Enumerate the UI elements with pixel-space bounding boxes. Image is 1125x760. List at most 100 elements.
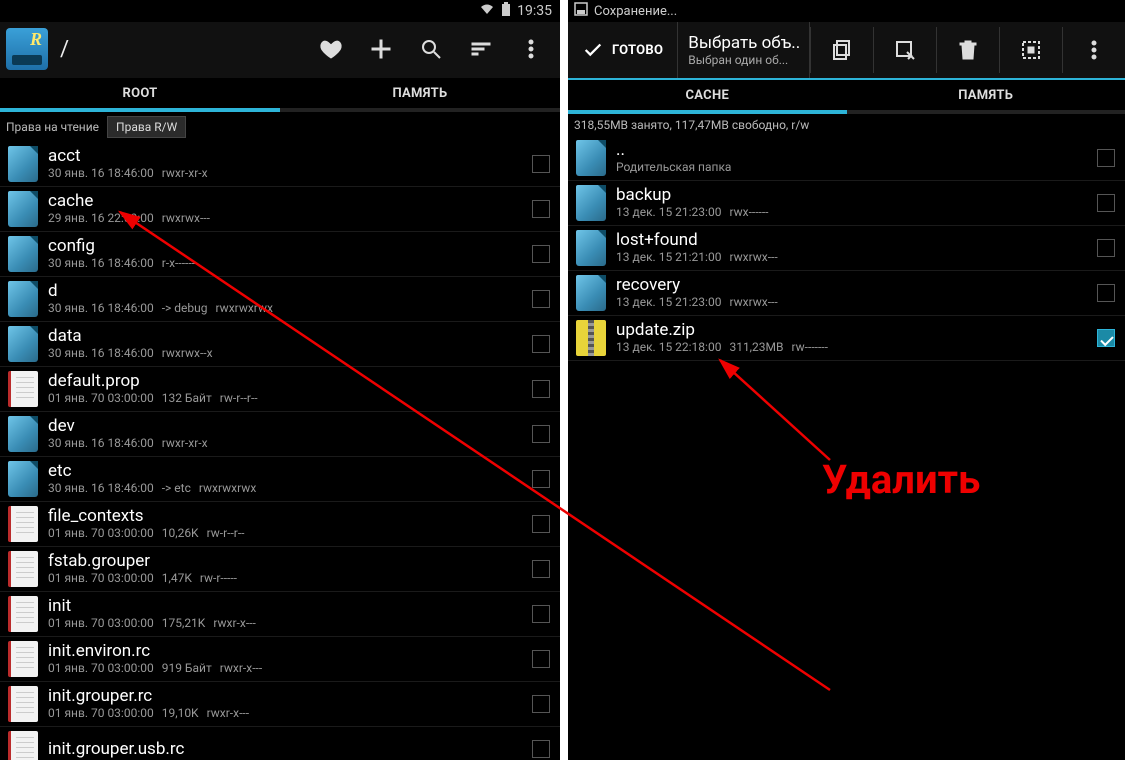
folder-icon	[8, 326, 38, 362]
item-name: init.environ.rc	[48, 642, 526, 661]
list-item[interactable]: init01 янв. 70 03:00:00175,21Krwxr-x---	[0, 592, 560, 637]
battery-icon	[501, 2, 511, 20]
copy-icon[interactable]	[810, 27, 873, 73]
item-checkbox[interactable]	[532, 560, 550, 578]
search-icon[interactable]	[408, 26, 454, 72]
item-checkbox[interactable]	[532, 200, 550, 218]
list-item[interactable]: fstab.grouper01 янв. 70 03:00:001,47Krw-…	[0, 547, 560, 592]
item-meta: 30 янв. 16 18:46:00r-x------	[48, 256, 526, 272]
done-label: ГОТОВО	[612, 43, 663, 58]
item-checkbox[interactable]	[532, 740, 550, 758]
storage-info: 318,55MB занято, 117,47MB свободно, r/w	[568, 114, 1125, 136]
cut-icon[interactable]	[873, 27, 936, 73]
item-text: config30 янв. 16 18:46:00r-x------	[48, 237, 526, 271]
item-meta: 01 янв. 70 03:00:0019,10Krwxr-x---	[48, 706, 526, 722]
list-item[interactable]: data30 янв. 16 18:46:00rwxrwx--x	[0, 322, 560, 367]
item-checkbox[interactable]	[532, 470, 550, 488]
done-button[interactable]: ГОТОВО	[568, 22, 678, 78]
list-item[interactable]: init.environ.rc01 янв. 70 03:00:00919 Ба…	[0, 637, 560, 682]
list-item[interactable]: etc30 янв. 16 18:46:00-> etcrwxrwxrwx	[0, 457, 560, 502]
selection-subtitle: Выбран один об...	[688, 53, 799, 67]
item-meta: 01 янв. 70 03:00:0010,26Krw-r--r--	[48, 526, 526, 542]
item-checkbox[interactable]	[532, 650, 550, 668]
item-checkbox[interactable]	[532, 380, 550, 398]
list-item[interactable]: recovery13 дек. 15 21:23:00rwxrwx---	[568, 271, 1125, 316]
item-checkbox[interactable]	[1097, 329, 1115, 347]
item-checkbox[interactable]	[532, 695, 550, 713]
folder-icon	[576, 275, 606, 311]
list-item[interactable]: update.zip13 дек. 15 22:18:00311,23MBrw-…	[568, 316, 1125, 361]
item-checkbox[interactable]	[532, 245, 550, 263]
item-name: cache	[48, 192, 526, 211]
item-checkbox[interactable]	[532, 290, 550, 308]
item-text: d30 янв. 16 18:46:00-> debugrwxrwxrwx	[48, 282, 526, 316]
item-checkbox[interactable]	[532, 425, 550, 443]
item-meta: 01 янв. 70 03:00:00132 Байтrw-r--r--	[48, 391, 526, 407]
item-name: lost+found	[616, 231, 1091, 250]
tabs-left: ROOT ПАМЯТЬ	[0, 78, 560, 112]
file-icon	[8, 551, 38, 587]
overflow-menu-icon[interactable]	[508, 26, 554, 72]
overflow-menu-icon[interactable]	[1062, 27, 1125, 73]
file-icon	[8, 371, 38, 407]
item-meta: Родительская папка	[616, 160, 1091, 176]
item-meta: 13 дек. 15 22:18:00311,23MBrw-------	[616, 340, 1091, 356]
item-text: lost+found13 дек. 15 21:21:00rwxrwx---	[616, 231, 1091, 265]
perm-toggle-button[interactable]: Права R/W	[107, 116, 186, 138]
item-name: etc	[48, 462, 526, 481]
item-name: ..	[616, 141, 1091, 160]
top-bar: /	[0, 22, 560, 78]
tab-root[interactable]: ROOT	[0, 78, 280, 112]
item-checkbox[interactable]	[532, 515, 550, 533]
list-item[interactable]: init.grouper.usb.rc	[0, 727, 560, 760]
file-list-left: acct30 янв. 16 18:46:00rwxr-xr-xcache29 …	[0, 142, 560, 760]
list-item[interactable]: lost+found13 дек. 15 21:21:00rwxrwx---	[568, 226, 1125, 271]
folder-icon	[576, 140, 606, 176]
item-checkbox[interactable]	[1097, 284, 1115, 302]
list-item[interactable]: init.grouper.rc01 янв. 70 03:00:0019,10K…	[0, 682, 560, 727]
item-checkbox[interactable]	[1097, 149, 1115, 167]
tab-memory[interactable]: ПАМЯТЬ	[280, 78, 560, 112]
wifi-icon	[479, 3, 495, 19]
item-name: recovery	[616, 276, 1091, 295]
list-item[interactable]: dev30 янв. 16 18:46:00rwxr-xr-x	[0, 412, 560, 457]
breadcrumb[interactable]: /	[52, 37, 304, 62]
sort-icon[interactable]	[458, 26, 504, 72]
app-icon[interactable]	[6, 28, 48, 70]
list-item[interactable]: file_contexts01 янв. 70 03:00:0010,26Krw…	[0, 502, 560, 547]
item-checkbox[interactable]	[532, 155, 550, 173]
item-text: default.prop01 янв. 70 03:00:00132 Байтr…	[48, 372, 526, 406]
list-item[interactable]: acct30 янв. 16 18:46:00rwxr-xr-x	[0, 142, 560, 187]
select-all-icon[interactable]	[999, 27, 1062, 73]
list-item[interactable]: backup13 дек. 15 21:23:00rwx------	[568, 181, 1125, 226]
favorite-icon[interactable]	[308, 26, 354, 72]
right-pane: Сохранение... ГОТОВО Выбрать объ... Выбр…	[568, 0, 1125, 760]
item-checkbox[interactable]	[532, 335, 550, 353]
list-item[interactable]: ..Родительская папка	[568, 136, 1125, 181]
list-item[interactable]: d30 янв. 16 18:46:00-> debugrwxrwxrwx	[0, 277, 560, 322]
delete-icon[interactable]	[936, 27, 999, 73]
list-item[interactable]: config30 янв. 16 18:46:00r-x------	[0, 232, 560, 277]
save-icon	[574, 2, 588, 20]
item-checkbox[interactable]	[1097, 194, 1115, 212]
status-bar-right: Сохранение...	[568, 0, 1125, 22]
item-meta: 30 янв. 16 18:46:00rwxr-xr-x	[48, 436, 526, 452]
file-icon	[8, 731, 38, 760]
file-icon	[8, 506, 38, 542]
item-name: fstab.grouper	[48, 552, 526, 571]
file-icon	[8, 686, 38, 722]
item-checkbox[interactable]	[532, 605, 550, 623]
tab-cache[interactable]: CACHE	[568, 80, 847, 114]
list-item[interactable]: default.prop01 янв. 70 03:00:00132 Байтr…	[0, 367, 560, 412]
tab-memory[interactable]: ПАМЯТЬ	[847, 80, 1125, 114]
item-meta: 01 янв. 70 03:00:00175,21Krwxr-x---	[48, 616, 526, 632]
add-icon[interactable]	[358, 26, 404, 72]
item-name: init	[48, 597, 526, 616]
item-text: init01 янв. 70 03:00:00175,21Krwxr-x---	[48, 597, 526, 631]
file-icon	[8, 641, 38, 677]
status-bar: 19:35	[0, 0, 560, 22]
list-item[interactable]: cache29 янв. 16 22:09:00rwxrwx---	[0, 187, 560, 232]
item-checkbox[interactable]	[1097, 239, 1115, 257]
status-time: 19:35	[517, 3, 552, 19]
item-text: data30 янв. 16 18:46:00rwxrwx--x	[48, 327, 526, 361]
